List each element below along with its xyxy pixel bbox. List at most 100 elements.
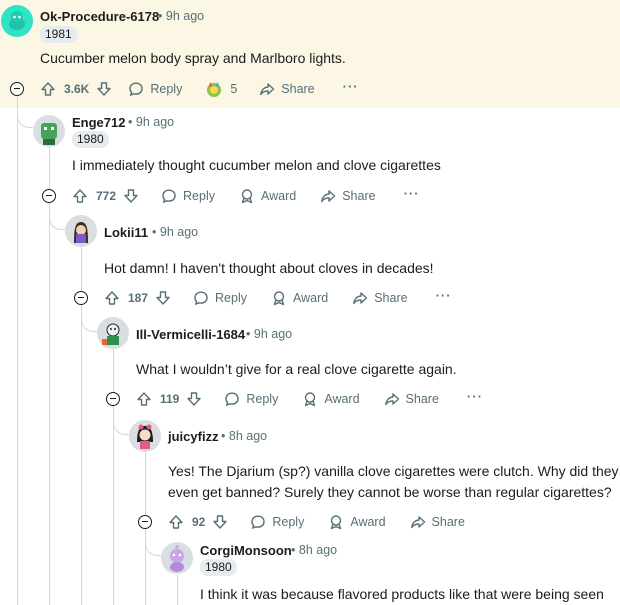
separator: • bbox=[152, 225, 157, 239]
share-button[interactable]: Share bbox=[352, 290, 408, 306]
award-label: Award bbox=[350, 515, 386, 529]
upvote-icon[interactable] bbox=[104, 290, 120, 306]
award-button[interactable]: Award bbox=[271, 290, 328, 306]
comment-time: • 9h ago bbox=[246, 327, 292, 341]
thread-connector bbox=[17, 114, 33, 128]
vote-score: 3.6K bbox=[64, 82, 90, 96]
award-label: Award bbox=[293, 291, 329, 305]
avatar[interactable] bbox=[97, 317, 129, 349]
reply-icon bbox=[161, 188, 177, 204]
share-icon bbox=[384, 391, 400, 407]
reply-button[interactable]: Reply bbox=[161, 188, 215, 204]
award-count: 5 bbox=[230, 82, 238, 96]
downvote-icon[interactable] bbox=[96, 81, 112, 97]
comment-body: Yes! The Djarium (sp?) vanilla clove cig… bbox=[168, 461, 619, 503]
timestamp: 8h ago bbox=[298, 543, 338, 557]
more-icon[interactable]: ··· bbox=[436, 288, 452, 303]
comment-time: • 9h ago bbox=[128, 115, 174, 129]
award-icon bbox=[204, 79, 224, 99]
upvote-icon[interactable] bbox=[72, 188, 88, 204]
username[interactable]: juicyfizz bbox=[168, 429, 219, 444]
avatar[interactable] bbox=[1, 5, 33, 37]
username[interactable]: Ok-Procedure-6178 bbox=[40, 9, 159, 24]
collapse-icon[interactable] bbox=[138, 515, 152, 529]
timestamp: 9h ago bbox=[159, 225, 199, 239]
share-button[interactable]: Share bbox=[259, 81, 315, 97]
comment-actions: 772 Reply Award Share ··· bbox=[72, 184, 420, 208]
thread-connector bbox=[113, 421, 129, 435]
comment-time: • 8h ago bbox=[291, 543, 337, 557]
downvote-icon[interactable] bbox=[123, 188, 139, 204]
username[interactable]: Enge712 bbox=[72, 115, 125, 130]
downvote-icon[interactable] bbox=[155, 290, 171, 306]
award-label: Award bbox=[261, 189, 297, 203]
collapse-icon[interactable] bbox=[106, 392, 120, 406]
collapse-icon[interactable] bbox=[42, 189, 56, 203]
more-icon[interactable]: ··· bbox=[467, 389, 483, 404]
share-button[interactable]: Share bbox=[384, 391, 439, 407]
thread-line bbox=[177, 575, 178, 605]
award-button[interactable]: Award bbox=[302, 391, 360, 407]
username[interactable]: Ill-Vermicelli-1684 bbox=[136, 327, 245, 342]
vote-score: 187 bbox=[128, 291, 149, 305]
reply-button[interactable]: Reply bbox=[250, 514, 304, 530]
award-icon bbox=[271, 290, 287, 306]
vote-score: 772 bbox=[96, 189, 117, 203]
share-icon bbox=[352, 290, 368, 306]
upvote-icon[interactable] bbox=[40, 81, 56, 97]
comment-actions: 92 Reply Award Share bbox=[168, 510, 465, 534]
username[interactable]: Lokii11 bbox=[104, 225, 148, 240]
reply-button[interactable]: Reply bbox=[128, 81, 182, 97]
collapse-icon[interactable] bbox=[74, 291, 88, 305]
share-button[interactable]: Share bbox=[320, 188, 376, 204]
reply-label: Reply bbox=[150, 82, 183, 96]
award-icon bbox=[328, 514, 344, 530]
downvote-icon[interactable] bbox=[186, 391, 202, 407]
reply-button[interactable]: Reply bbox=[193, 290, 247, 306]
thread-line bbox=[145, 450, 146, 516]
thread-connector bbox=[81, 318, 97, 332]
timestamp: 8h ago bbox=[228, 429, 268, 443]
share-icon bbox=[259, 81, 275, 97]
more-icon[interactable]: ··· bbox=[343, 79, 359, 94]
reply-button[interactable]: Reply bbox=[224, 391, 278, 407]
avatar[interactable] bbox=[65, 215, 97, 247]
avatar[interactable] bbox=[129, 420, 161, 452]
award-icon bbox=[239, 188, 255, 204]
award-button[interactable]: Award bbox=[328, 514, 386, 530]
award-button[interactable]: 5 bbox=[204, 79, 237, 99]
collapse-icon[interactable] bbox=[10, 82, 24, 96]
downvote-icon[interactable] bbox=[212, 514, 228, 530]
reply-icon bbox=[128, 81, 144, 97]
timestamp: 9h ago bbox=[165, 9, 205, 23]
reply-label: Reply bbox=[246, 392, 279, 406]
timestamp: 9h ago bbox=[253, 327, 293, 341]
separator: • bbox=[221, 429, 226, 443]
comment-body: What I wouldn’t give for a real clove ci… bbox=[136, 361, 457, 377]
comment-actions: 187 Reply Award Share ··· bbox=[104, 286, 452, 310]
timestamp: 9h ago bbox=[135, 115, 175, 129]
reply-icon bbox=[224, 391, 240, 407]
share-label: Share bbox=[374, 291, 408, 305]
share-label: Share bbox=[431, 515, 465, 529]
more-icon[interactable]: ··· bbox=[404, 186, 420, 201]
reply-icon bbox=[193, 290, 209, 306]
thread-line bbox=[17, 96, 18, 605]
vote-score: 119 bbox=[160, 392, 180, 406]
share-icon bbox=[410, 514, 426, 530]
award-button[interactable]: Award bbox=[239, 188, 296, 204]
upvote-icon[interactable] bbox=[136, 391, 152, 407]
award-icon bbox=[302, 391, 318, 407]
award-label: Award bbox=[324, 392, 360, 406]
username[interactable]: CorgiMonsoon bbox=[200, 543, 292, 558]
thread-line bbox=[49, 146, 50, 192]
comment-body-line: Yes! The Djarium (sp?) vanilla clove cig… bbox=[168, 463, 619, 479]
thread-line bbox=[49, 203, 50, 605]
share-label: Share bbox=[281, 82, 315, 96]
reply-label: Reply bbox=[215, 291, 247, 305]
avatar[interactable] bbox=[33, 115, 65, 147]
thread-line bbox=[81, 305, 82, 605]
avatar[interactable] bbox=[161, 542, 193, 574]
upvote-icon[interactable] bbox=[168, 514, 184, 530]
share-button[interactable]: Share bbox=[410, 514, 465, 530]
